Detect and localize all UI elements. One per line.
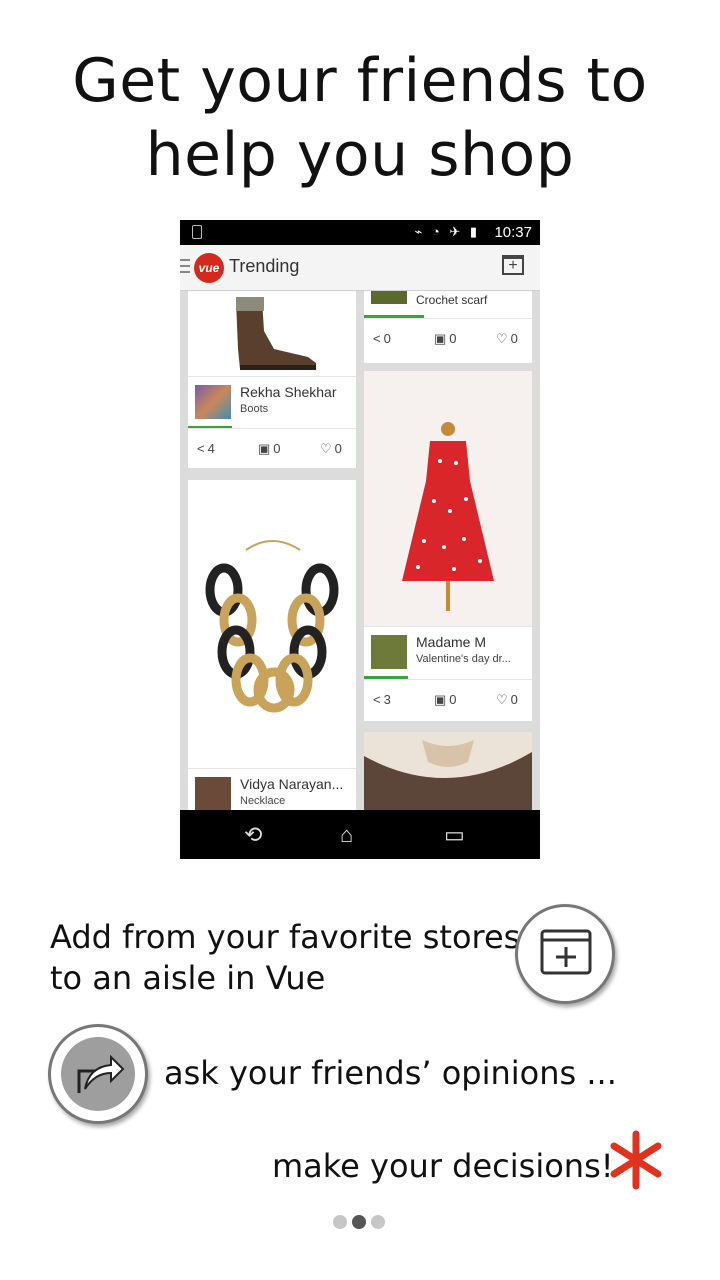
share-arrow-icon [77,1054,125,1093]
card-username: Madame M [416,634,487,650]
home-icon[interactable]: ⌂ [340,824,353,846]
share-icon: < [373,692,381,707]
status-time: 10:37 [494,224,532,241]
product-image-dress[interactable] [364,371,532,626]
like-count-value: 0 [510,331,518,346]
card-stats: <4 ▣ 0 ♡ 0 [188,428,356,469]
card-stats: <3 ▣ 0 ♡ 0 [364,679,532,720]
page-indicator [333,1215,390,1234]
share-count[interactable]: <4 [197,441,215,456]
save-count-value: 0 [449,331,457,346]
card-tag: Necklace [240,795,286,807]
share-count-value: 3 [383,692,391,707]
save-icon: ▣ [258,441,271,456]
user-avatar [195,385,231,419]
recents-icon[interactable]: ▭ [444,824,465,846]
product-card-dress[interactable]: Madame M Valentine's day dr... <3 ▣ 0 ♡ 0 [364,371,532,721]
card-user-row[interactable]: Rekha Shekhar Boots [188,376,356,427]
add-aisle-icon[interactable]: + [502,255,524,275]
app-bar: vue Trending + [180,245,540,291]
share-icon-disc [61,1037,135,1111]
like-count[interactable]: ♡ 0 [496,331,518,347]
android-nav-bar: ⟲ ⌂ ▭ [180,810,540,859]
share-count[interactable]: <3 [373,692,391,707]
menu-icon[interactable] [180,259,190,277]
promo-ask: ask your friends’ opinions ... [164,1054,617,1092]
card-user-row[interactable]: Madame M Valentine's day dr... [364,626,532,677]
back-icon[interactable]: ⟲ [244,824,262,846]
save-count-value: 0 [273,441,281,456]
share-count[interactable]: <0 [373,331,391,346]
user-avatar [371,635,407,669]
save-count[interactable]: ▣ 0 [434,692,457,708]
like-count[interactable]: ♡ 0 [496,692,518,708]
user-avatar [195,777,231,810]
necklace-image [205,540,339,713]
card-user-row[interactable]: Vidya Narayan... Necklace [188,768,356,810]
scarf-thumb [371,291,407,304]
share-count-value: 0 [383,331,391,346]
card-stats: <0 ▣ 0 ♡ 0 [364,318,532,359]
product-card-necklace[interactable]: Vidya Narayan... Necklace [188,480,356,810]
product-image-necklace[interactable] [188,480,356,768]
like-count-value: 0 [510,692,518,707]
like-count-value: 0 [334,441,342,456]
heart-icon: ♡ [496,692,508,707]
dress-image [402,422,494,611]
add-to-aisle-button[interactable] [515,904,615,1004]
card-username: Vidya Narayan... [240,776,344,792]
save-icon: ▣ [434,331,447,346]
like-count[interactable]: ♡ 0 [320,441,342,457]
share-count-value: 4 [207,441,215,456]
save-count[interactable]: ▣ 0 [258,441,281,457]
heart-icon: ♡ [320,441,332,456]
phone-icon [192,225,202,239]
trending-feed[interactable]: Rekha Shekhar Boots <4 ▣ 0 ♡ 0 Vidya Nar… [180,291,540,810]
product-card-scarf[interactable]: Crochet scarf <0 ▣ 0 ♡ 0 [364,291,532,363]
status-bar: ⌁ ◔ ✈ ▮ 10:37 [180,220,540,245]
page-headline: Get your friends to help you shop [72,46,648,190]
page-dot-3[interactable] [371,1215,385,1229]
app-title: Trending [229,256,300,276]
product-card-boots[interactable]: Rekha Shekhar Boots <4 ▣ 0 ♡ 0 [188,291,356,468]
vue-logo[interactable]: vue [194,253,224,283]
product-card-sweater[interactable] [364,732,532,810]
add-aisle-icon [540,929,592,975]
save-icon: ▣ [434,692,447,707]
save-count[interactable]: ▣ 0 [434,331,457,347]
status-icons: ⌁ ◔ ✈ ▮ [414,224,480,239]
page-dot-2[interactable] [352,1215,366,1229]
card-username: Rekha Shekhar [240,384,337,400]
card-title: Crochet scarf [416,293,488,307]
share-with-friends-button[interactable] [48,1024,148,1124]
promo-line-1: Add from your favorite stores [50,918,521,956]
save-count-value: 0 [449,692,457,707]
boot-image [236,297,316,370]
product-image-boots[interactable] [188,291,356,376]
card-tag: Boots [240,403,269,415]
card-tag: Valentine's day dr... [416,653,511,665]
share-icon: < [373,331,381,346]
promo-line-2: to an aisle in Vue [50,959,326,997]
share-icon: < [197,441,205,456]
asterisk-icon [610,1130,662,1190]
phone-screenshot: ⌁ ◔ ✈ ▮ 10:37 vue Trending + Rekha Shekh… [180,220,540,859]
page-dot-1[interactable] [333,1215,347,1229]
sweater-image [364,740,532,810]
heart-icon: ♡ [496,331,508,346]
promo-decide: make your decisions! [272,1147,614,1185]
